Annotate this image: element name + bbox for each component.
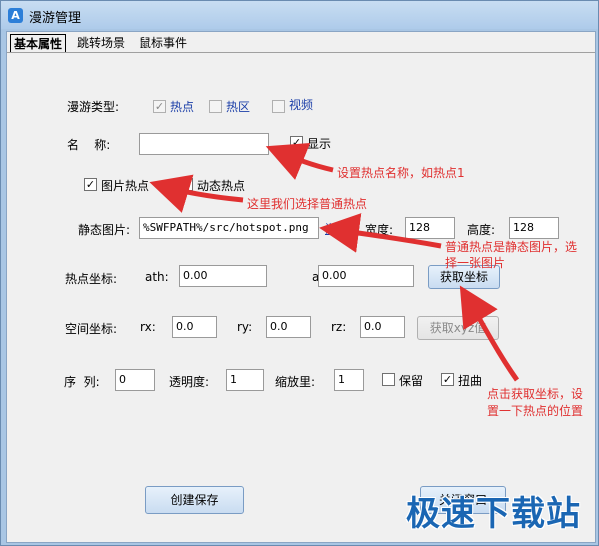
width-input[interactable]: 128	[405, 217, 455, 239]
distort-label: 扭曲	[458, 374, 483, 388]
height-label: 高度:	[467, 223, 496, 237]
show-checkbox[interactable]	[290, 136, 303, 149]
opacity-input[interactable]: 1	[226, 369, 264, 391]
roam-type-hotzone-checkbox[interactable]	[209, 100, 222, 113]
roam-type-video-label: 视频	[289, 98, 314, 112]
tab-jump-scene[interactable]: 跳转场景	[74, 34, 128, 52]
show-label: 显示	[307, 137, 332, 151]
window-title: 漫游管理	[29, 11, 82, 26]
get-xyz-button[interactable]: 获取xyz值	[417, 316, 499, 340]
atv-input[interactable]: 0.00	[318, 265, 414, 287]
keep-label: 保留	[399, 374, 424, 388]
roam-manager-window: A 漫游管理 基本属性 跳转场景 鼠标事件 漫游类型: 热点 热区 视频 名 称…	[0, 0, 599, 546]
height-input[interactable]: 128	[509, 217, 559, 239]
roam-type-hotspot-checkbox[interactable]	[153, 100, 166, 113]
name-label: 名 称:	[67, 138, 111, 152]
rx-label: rx:	[140, 320, 156, 334]
name-input[interactable]	[139, 133, 269, 155]
dynamic-hotspot-checkbox[interactable]	[180, 178, 193, 191]
title-bar: A 漫游管理	[1, 1, 598, 29]
dynamic-hotspot-label: 动态热点	[197, 179, 246, 193]
image-hotspot-annotation: 这里我们选择普通热点	[247, 197, 368, 211]
ath-label: ath:	[145, 270, 169, 284]
roam-type-hotzone-label: 热区	[226, 100, 251, 114]
static-image-annotation-line1: 普通热点是静态图片，选	[445, 240, 578, 254]
name-annotation: 设置热点名称，如热点1	[337, 166, 465, 180]
rz-label: rz:	[331, 320, 347, 334]
keep-checkbox[interactable]	[382, 373, 395, 386]
ath-input[interactable]: 0.00	[179, 265, 267, 287]
tab-basic-properties[interactable]: 基本属性	[10, 34, 67, 52]
static-image-label: 静态图片:	[78, 223, 131, 237]
coordinate-annotation-line1: 点击获取坐标，设	[487, 387, 584, 401]
hotspot-coord-label: 热点坐标:	[65, 272, 118, 286]
tab-bar: 基本属性 跳转场景 鼠标事件	[7, 32, 595, 54]
tab-mouse-events[interactable]: 鼠标事件	[136, 34, 190, 52]
download-site-watermark: 极速下载站	[406, 494, 581, 534]
roam-type-hotspot-label: 热点	[170, 100, 195, 114]
static-image-annotation-line2: 择一张图片	[445, 256, 506, 270]
order-label: 序 列:	[64, 375, 100, 389]
main-panel: 基本属性 跳转场景 鼠标事件 漫游类型: 热点 热区 视频 名 称: 显示 图片…	[6, 31, 596, 543]
image-hotspot-checkbox[interactable]	[84, 178, 97, 191]
image-hotspot-label: 图片热点	[101, 179, 150, 193]
roam-type-label: 漫游类型:	[67, 100, 120, 114]
scale-input[interactable]: 1	[334, 369, 364, 391]
app-icon: A	[8, 8, 23, 23]
coordinate-annotation-line2: 置一下热点的位置	[487, 404, 584, 418]
static-image-path-input[interactable]: %SWFPATH%/src/hotspot.png	[139, 217, 319, 239]
browse-link[interactable]: 浏览	[325, 220, 349, 237]
name-arrow	[265, 142, 334, 180]
rx-input[interactable]: 0.0	[172, 316, 217, 338]
tab-divider	[7, 52, 595, 53]
scale-label: 缩放里:	[275, 375, 316, 389]
distort-checkbox[interactable]	[441, 373, 454, 386]
create-save-button[interactable]: 创建保存	[145, 486, 244, 514]
opacity-label: 透明度:	[169, 375, 210, 389]
ry-input[interactable]: 0.0	[266, 316, 311, 338]
order-input[interactable]: 0	[115, 369, 155, 391]
rz-input[interactable]: 0.0	[360, 316, 405, 338]
ry-label: ry:	[237, 320, 253, 334]
roam-type-video-checkbox[interactable]	[272, 100, 285, 113]
space-coord-label: 空间坐标:	[65, 322, 118, 336]
width-label: 宽度:	[365, 223, 394, 237]
